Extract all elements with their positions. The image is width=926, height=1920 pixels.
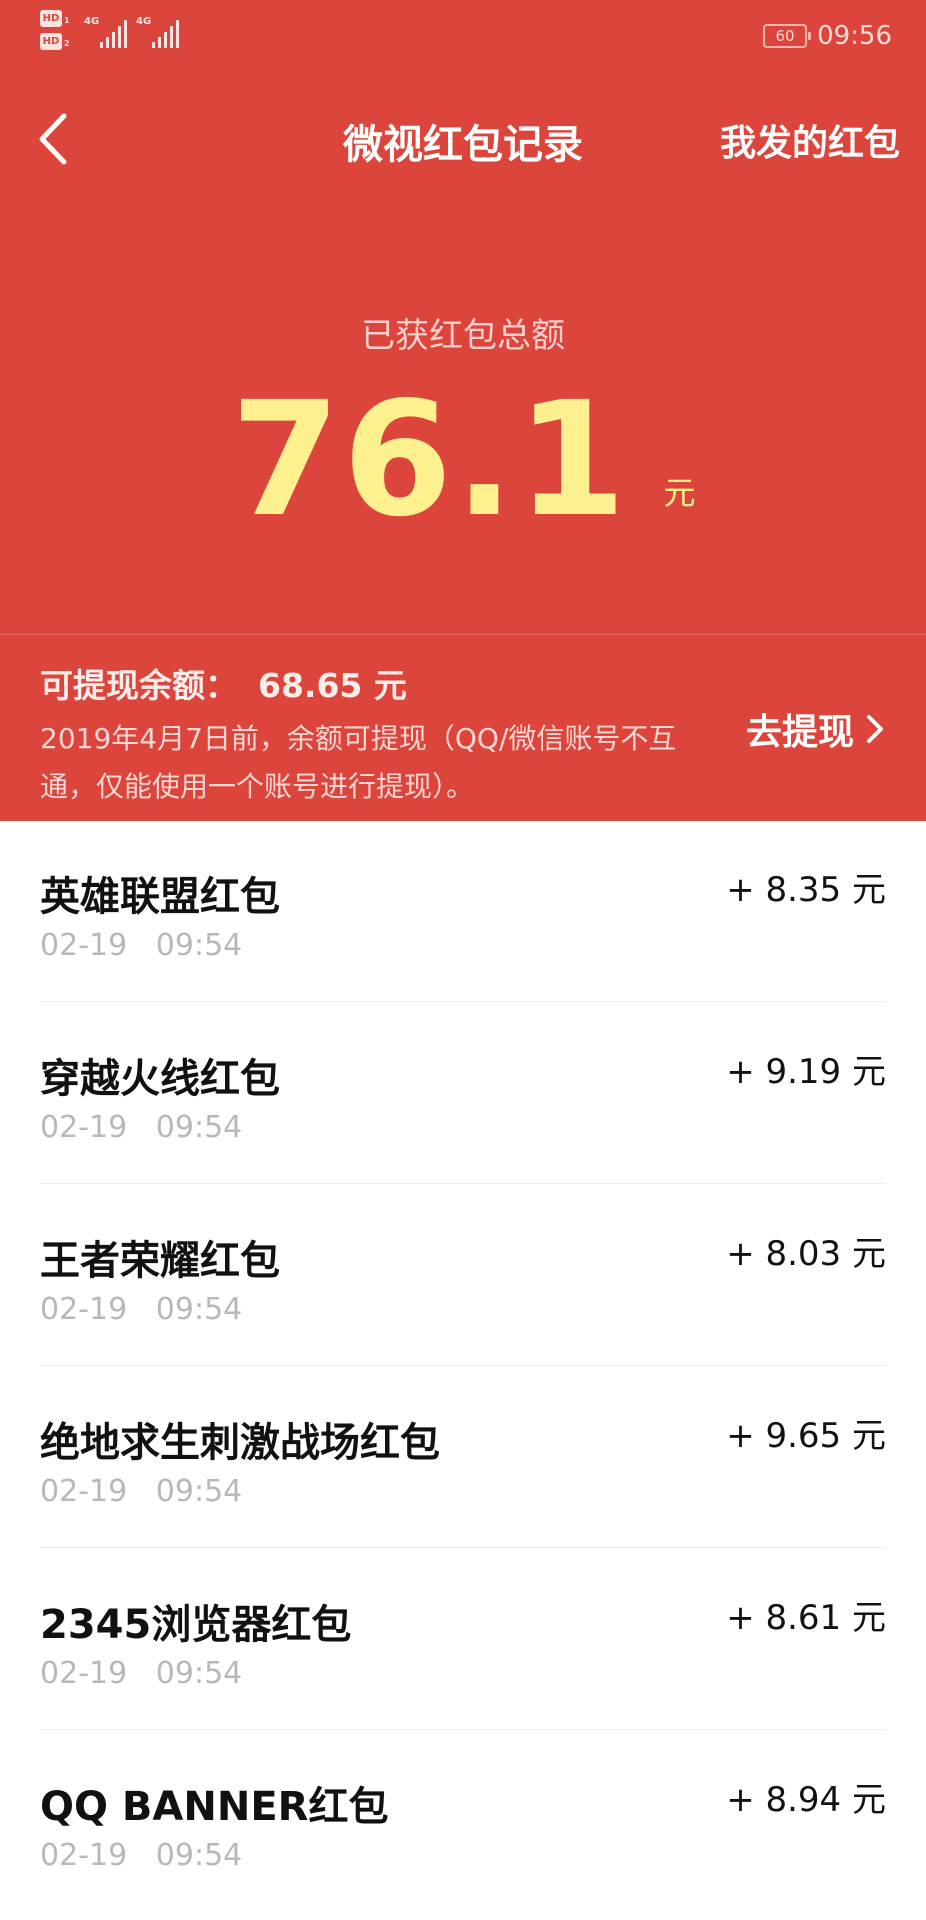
item-datetime: 02-19 09:54 (40, 1838, 243, 1873)
withdraw-note: 2019年4月7日前，余额可提现（QQ/微信账号不互通，仅能使用一个账号进行提现… (40, 722, 677, 803)
network-type-2: 4G (136, 16, 152, 27)
signal-icon (100, 20, 127, 48)
item-amount: + 9.19 元 (726, 1052, 886, 1092)
item-datetime: 02-19 09:54 (40, 1110, 243, 1145)
item-amount: + 8.61 元 (726, 1598, 886, 1638)
item-datetime: 02-19 09:54 (40, 1656, 243, 1691)
list-item[interactable]: 绝地求生刺激战场红包 02-19 09:54 + 9.65 元 (40, 1366, 886, 1548)
list-item[interactable]: 英雄联盟红包 02-19 09:54 + 8.35 元 (40, 820, 886, 1002)
withdraw-amount: 68.65 元 (258, 666, 407, 705)
item-title: 英雄联盟红包 (40, 874, 280, 920)
network-status: HD 1 HD 2 4G 4G (40, 10, 200, 60)
list-item[interactable]: 王者荣耀红包 02-19 09:54 + 8.03 元 (40, 1184, 886, 1366)
item-title: 穿越火线红包 (40, 1056, 280, 1102)
withdraw-label: 可提现余额： (40, 666, 238, 705)
hd-badge-2: HD (40, 33, 62, 50)
list-item[interactable]: QQ BANNER红包 02-19 09:54 + 8.94 元 (40, 1730, 886, 1912)
list-item[interactable]: 2345浏览器红包 02-19 09:54 + 8.61 元 (40, 1548, 886, 1730)
total-label: 已获红包总额 (361, 316, 565, 356)
battery-icon: 60 (763, 24, 812, 48)
item-datetime: 02-19 09:54 (40, 928, 243, 963)
my-sent-redpacket-link[interactable]: 我发的红包 (720, 114, 900, 166)
withdraw-button[interactable]: 去提现 (746, 703, 886, 755)
sim-index: 1 (64, 16, 70, 25)
signal-icon-2 (152, 20, 179, 48)
item-title: 绝地求生刺激战场红包 (40, 1420, 440, 1466)
item-datetime: 02-19 09:54 (40, 1474, 243, 1509)
withdraw-button-label: 去提现 (745, 712, 854, 753)
item-amount: + 8.03 元 (726, 1234, 886, 1274)
total-unit: 元 (663, 474, 696, 512)
status-right: 60 09:56 (763, 18, 892, 54)
header-background: HD 1 HD 2 4G 4G 60 09:56 微视红包记录 我发的红包 已获… (0, 0, 926, 634)
item-title: 王者荣耀红包 (40, 1238, 280, 1284)
item-title: 2345浏览器红包 (40, 1602, 352, 1648)
total-amount-row: 76.1 元 (0, 380, 926, 540)
chevron-right-icon (867, 715, 883, 743)
total-amount: 76.1 (230, 368, 629, 552)
list-item[interactable]: 穿越火线红包 02-19 09:54 + 9.19 元 (40, 1002, 886, 1184)
record-list: 英雄联盟红包 02-19 09:54 + 8.35 元 穿越火线红包 02-19… (0, 820, 926, 1912)
withdraw-balance: 可提现余额： 68.65 元 (40, 659, 407, 707)
hd-badge: HD (40, 10, 62, 27)
item-amount: + 8.94 元 (726, 1780, 886, 1820)
item-amount: + 8.35 元 (726, 870, 886, 910)
status-time: 09:56 (817, 21, 892, 51)
item-title: QQ BANNER红包 (40, 1784, 389, 1830)
withdraw-section: 可提现余额： 68.65 元 2019年4月7日前，余额可提现（QQ/微信账号不互… (0, 634, 926, 821)
item-datetime: 02-19 09:54 (40, 1292, 243, 1327)
page: HD 1 HD 2 4G 4G 60 09:56 微视红包记录 我发的红包 已获… (0, 0, 926, 1920)
status-bar: HD 1 HD 2 4G 4G 60 09:56 (0, 0, 926, 70)
sim-index-2: 2 (64, 39, 70, 48)
network-type: 4G (84, 16, 100, 27)
nav-bar: 微视红包记录 我发的红包 (0, 90, 926, 186)
item-amount: + 9.65 元 (726, 1416, 886, 1456)
